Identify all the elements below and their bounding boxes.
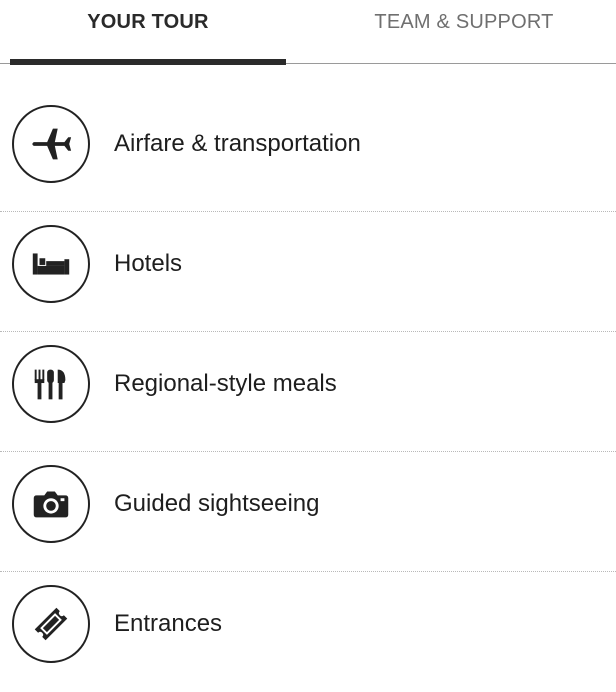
list-item-label: Entrances — [114, 610, 223, 637]
tab-your-tour[interactable]: YOUR TOUR — [0, 0, 296, 66]
list-item-sightseeing: Guided sightseeing — [0, 452, 616, 572]
tab-bar: YOUR TOUR TEAM & SUPPORT — [0, 0, 616, 66]
list-item-meals: Regional-style meals — [0, 332, 616, 452]
camera-icon — [12, 465, 90, 543]
list-item-airfare: Airfare & transportation — [0, 92, 616, 212]
tab-team-support[interactable]: TEAM & SUPPORT — [300, 0, 616, 66]
list-item-entrances: Entrances — [0, 572, 616, 692]
utensils-icon — [12, 345, 90, 423]
list-item-hotels: Hotels — [0, 212, 616, 332]
list-item-label: Guided sightseeing — [114, 490, 320, 517]
list-item-label: Airfare & transportation — [114, 130, 361, 157]
list-item-label: Regional-style meals — [114, 370, 337, 397]
list-item-label: Hotels — [114, 250, 183, 277]
ticket-icon — [12, 585, 90, 663]
airplane-icon — [12, 105, 90, 183]
active-tab-indicator — [10, 59, 286, 65]
tour-inclusions-list: Airfare & transportation Hotels Regional… — [0, 92, 616, 692]
bed-icon — [12, 225, 90, 303]
